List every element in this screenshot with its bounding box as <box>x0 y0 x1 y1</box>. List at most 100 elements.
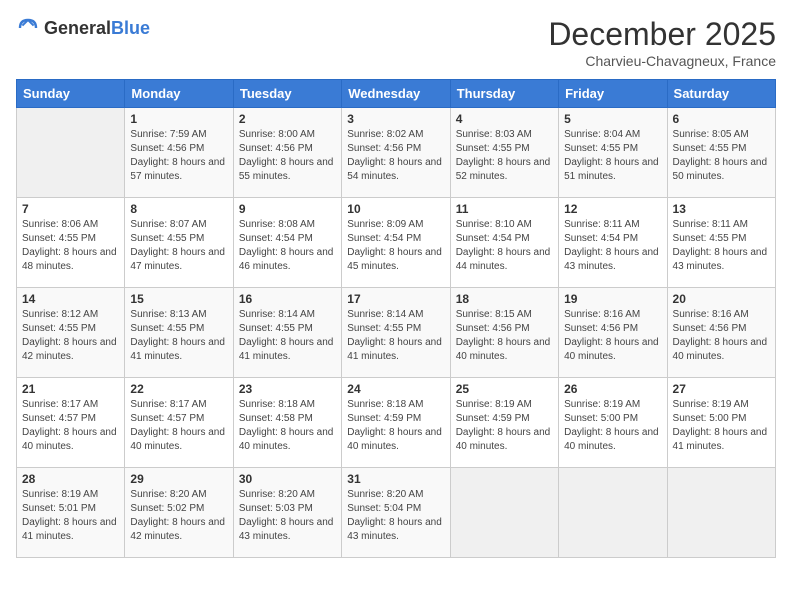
calendar-cell: 18 Sunrise: 8:15 AMSunset: 4:56 PMDayligh… <box>450 288 558 378</box>
cell-info: Sunrise: 8:03 AMSunset: 4:55 PMDaylight:… <box>456 128 553 184</box>
calendar-cell: 31 Sunrise: 8:20 AMSunset: 5:04 PMDayligh… <box>342 468 450 558</box>
cell-info: Sunrise: 8:11 AMSunset: 4:55 PMDaylight:… <box>673 218 770 274</box>
day-number: 3 <box>347 112 444 126</box>
calendar-cell <box>450 468 558 558</box>
day-number: 11 <box>456 202 553 216</box>
calendar-cell: 21 Sunrise: 8:17 AMSunset: 4:57 PMDayligh… <box>17 378 125 468</box>
cell-info: Sunrise: 8:18 AMSunset: 4:58 PMDaylight:… <box>239 398 336 454</box>
calendar-cell: 27 Sunrise: 8:19 AMSunset: 5:00 PMDayligh… <box>667 378 775 468</box>
logo: GeneralBlue <box>16 16 150 40</box>
weekday-header-monday: Monday <box>125 80 233 108</box>
calendar-cell: 7 Sunrise: 8:06 AMSunset: 4:55 PMDaylight… <box>17 198 125 288</box>
calendar-cell: 26 Sunrise: 8:19 AMSunset: 5:00 PMDayligh… <box>559 378 667 468</box>
logo-icon <box>16 16 40 40</box>
week-row-1: 1 Sunrise: 7:59 AMSunset: 4:56 PMDaylight… <box>17 108 776 198</box>
cell-info: Sunrise: 8:19 AMSunset: 5:01 PMDaylight:… <box>22 488 119 544</box>
cell-info: Sunrise: 7:59 AMSunset: 4:56 PMDaylight:… <box>130 128 227 184</box>
weekday-header-friday: Friday <box>559 80 667 108</box>
calendar-cell: 3 Sunrise: 8:02 AMSunset: 4:56 PMDaylight… <box>342 108 450 198</box>
weekday-header-sunday: Sunday <box>17 80 125 108</box>
day-number: 24 <box>347 382 444 396</box>
cell-info: Sunrise: 8:20 AMSunset: 5:02 PMDaylight:… <box>130 488 227 544</box>
calendar-cell: 29 Sunrise: 8:20 AMSunset: 5:02 PMDayligh… <box>125 468 233 558</box>
day-number: 2 <box>239 112 336 126</box>
cell-info: Sunrise: 8:14 AMSunset: 4:55 PMDaylight:… <box>347 308 444 364</box>
day-number: 10 <box>347 202 444 216</box>
cell-info: Sunrise: 8:10 AMSunset: 4:54 PMDaylight:… <box>456 218 553 274</box>
cell-info: Sunrise: 8:13 AMSunset: 4:55 PMDaylight:… <box>130 308 227 364</box>
calendar-cell: 16Sunrise: 8:14 AMSunset: 4:55 PMDayligh… <box>233 288 341 378</box>
calendar-cell: 17Sunrise: 8:14 AMSunset: 4:55 PMDayligh… <box>342 288 450 378</box>
cell-info: Sunrise: 8:18 AMSunset: 4:59 PMDaylight:… <box>347 398 444 454</box>
weekday-header-tuesday: Tuesday <box>233 80 341 108</box>
day-number: 7 <box>22 202 119 216</box>
cell-info: Sunrise: 8:12 AMSunset: 4:55 PMDaylight:… <box>22 308 119 364</box>
cell-info: Sunrise: 8:00 AMSunset: 4:56 PMDaylight:… <box>239 128 336 184</box>
calendar-cell: 23Sunrise: 8:18 AMSunset: 4:58 PMDayligh… <box>233 378 341 468</box>
calendar-cell: 14Sunrise: 8:12 AMSunset: 4:55 PMDayligh… <box>17 288 125 378</box>
day-number: 22 <box>130 382 227 396</box>
calendar-table: SundayMondayTuesdayWednesdayThursdayFrid… <box>16 79 776 558</box>
day-number: 13 <box>673 202 770 216</box>
page-header: GeneralBlue December 2025 Charvieu-Chava… <box>16 16 776 69</box>
calendar-cell <box>17 108 125 198</box>
calendar-cell: 19 Sunrise: 8:16 AMSunset: 4:56 PMDayligh… <box>559 288 667 378</box>
cell-info: Sunrise: 8:05 AMSunset: 4:55 PMDaylight:… <box>673 128 770 184</box>
day-number: 19 <box>564 292 661 306</box>
cell-info: Sunrise: 8:06 AMSunset: 4:55 PMDaylight:… <box>22 218 119 274</box>
day-number: 29 <box>130 472 227 486</box>
day-number: 28 <box>22 472 119 486</box>
cell-info: Sunrise: 8:02 AMSunset: 4:56 PMDaylight:… <box>347 128 444 184</box>
cell-info: Sunrise: 8:08 AMSunset: 4:54 PMDaylight:… <box>239 218 336 274</box>
cell-info: Sunrise: 8:20 AMSunset: 5:04 PMDaylight:… <box>347 488 444 544</box>
calendar-cell: 5 Sunrise: 8:04 AMSunset: 4:55 PMDaylight… <box>559 108 667 198</box>
cell-info: Sunrise: 8:16 AMSunset: 4:56 PMDaylight:… <box>564 308 661 364</box>
cell-info: Sunrise: 8:17 AMSunset: 4:57 PMDaylight:… <box>22 398 119 454</box>
logo-blue: Blue <box>111 18 150 38</box>
day-number: 1 <box>130 112 227 126</box>
calendar-cell: 11 Sunrise: 8:10 AMSunset: 4:54 PMDayligh… <box>450 198 558 288</box>
day-number: 30 <box>239 472 336 486</box>
day-number: 26 <box>564 382 661 396</box>
weekday-header-thursday: Thursday <box>450 80 558 108</box>
day-number: 9 <box>239 202 336 216</box>
day-number: 8 <box>130 202 227 216</box>
cell-info: Sunrise: 8:07 AMSunset: 4:55 PMDaylight:… <box>130 218 227 274</box>
calendar-cell: 30 Sunrise: 8:20 AMSunset: 5:03 PMDayligh… <box>233 468 341 558</box>
week-row-2: 7 Sunrise: 8:06 AMSunset: 4:55 PMDaylight… <box>17 198 776 288</box>
day-number: 12 <box>564 202 661 216</box>
calendar-cell: 24 Sunrise: 8:18 AMSunset: 4:59 PMDayligh… <box>342 378 450 468</box>
day-number: 21 <box>22 382 119 396</box>
day-number: 18 <box>456 292 553 306</box>
calendar-cell: 22 Sunrise: 8:17 AMSunset: 4:57 PMDayligh… <box>125 378 233 468</box>
week-row-4: 21 Sunrise: 8:17 AMSunset: 4:57 PMDayligh… <box>17 378 776 468</box>
cell-info: Sunrise: 8:20 AMSunset: 5:03 PMDaylight:… <box>239 488 336 544</box>
title-area: December 2025 Charvieu-Chavagneux, Franc… <box>548 16 776 69</box>
calendar-cell: 15 Sunrise: 8:13 AMSunset: 4:55 PMDayligh… <box>125 288 233 378</box>
day-number: 27 <box>673 382 770 396</box>
calendar-cell: 10 Sunrise: 8:09 AMSunset: 4:54 PMDayligh… <box>342 198 450 288</box>
cell-info: Sunrise: 8:15 AMSunset: 4:56 PMDaylight:… <box>456 308 553 364</box>
cell-info: Sunrise: 8:14 AMSunset: 4:55 PMDaylight:… <box>239 308 336 364</box>
calendar-cell: 9 Sunrise: 8:08 AMSunset: 4:54 PMDaylight… <box>233 198 341 288</box>
calendar-cell: 8 Sunrise: 8:07 AMSunset: 4:55 PMDaylight… <box>125 198 233 288</box>
month-year: December 2025 <box>548 16 776 53</box>
calendar-cell: 13 Sunrise: 8:11 AMSunset: 4:55 PMDayligh… <box>667 198 775 288</box>
cell-info: Sunrise: 8:09 AMSunset: 4:54 PMDaylight:… <box>347 218 444 274</box>
day-number: 31 <box>347 472 444 486</box>
cell-info: Sunrise: 8:04 AMSunset: 4:55 PMDaylight:… <box>564 128 661 184</box>
location: Charvieu-Chavagneux, France <box>548 53 776 69</box>
cell-info: Sunrise: 8:19 AMSunset: 4:59 PMDaylight:… <box>456 398 553 454</box>
weekday-header-row: SundayMondayTuesdayWednesdayThursdayFrid… <box>17 80 776 108</box>
cell-info: Sunrise: 8:16 AMSunset: 4:56 PMDaylight:… <box>673 308 770 364</box>
calendar-cell: 12Sunrise: 8:11 AMSunset: 4:54 PMDayligh… <box>559 198 667 288</box>
calendar-cell: 1 Sunrise: 7:59 AMSunset: 4:56 PMDaylight… <box>125 108 233 198</box>
cell-info: Sunrise: 8:19 AMSunset: 5:00 PMDaylight:… <box>673 398 770 454</box>
day-number: 5 <box>564 112 661 126</box>
day-number: 15 <box>130 292 227 306</box>
week-row-3: 14Sunrise: 8:12 AMSunset: 4:55 PMDayligh… <box>17 288 776 378</box>
cell-info: Sunrise: 8:19 AMSunset: 5:00 PMDaylight:… <box>564 398 661 454</box>
cell-info: Sunrise: 8:17 AMSunset: 4:57 PMDaylight:… <box>130 398 227 454</box>
calendar-cell: 25Sunrise: 8:19 AMSunset: 4:59 PMDayligh… <box>450 378 558 468</box>
day-number: 20 <box>673 292 770 306</box>
